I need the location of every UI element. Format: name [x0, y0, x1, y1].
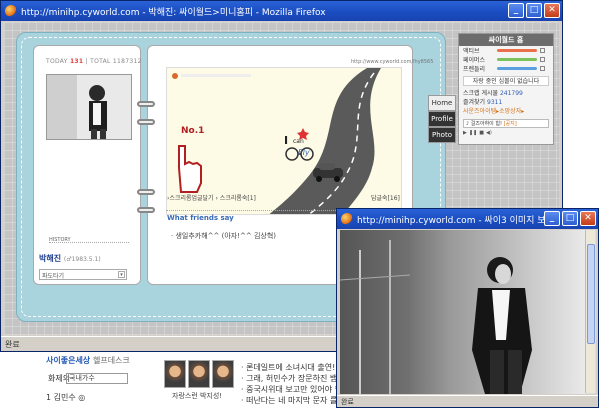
- profile-photo[interactable]: [46, 74, 132, 140]
- play-icon[interactable]: ▶: [463, 130, 467, 137]
- thumbnail-strip[interactable]: [164, 360, 234, 388]
- pado-select[interactable]: 파도타기 ▾: [39, 269, 127, 280]
- friend-comment: · 생일추카해^^ (아자!^^ 김상혁): [171, 232, 277, 240]
- bgm-player[interactable]: ♪ 걸즈아하이 힙! [공지]: [463, 119, 549, 128]
- i-text: I: [284, 134, 289, 147]
- volume-icon[interactable]: ◀): [486, 130, 492, 137]
- owner-name[interactable]: 박해진 (♂1983.5.1): [39, 253, 101, 264]
- vertical-scrollbar[interactable]: [585, 230, 595, 393]
- main-window-title: http://minihp.cyworld.com - 박해진: 싸이월드>미니…: [21, 7, 326, 18]
- chevron-down-icon: ▾: [118, 271, 125, 278]
- binder-ring: [137, 207, 155, 213]
- firefox-icon: [341, 213, 353, 225]
- minimize-button[interactable]: _: [508, 3, 524, 18]
- chart-select[interactable]: 국내가수: [66, 373, 128, 384]
- panel-title[interactable]: 싸이월드 홈: [459, 34, 553, 46]
- stat-bar-famous: 페이머스: [459, 55, 553, 64]
- scroll-thumb[interactable]: [587, 244, 595, 344]
- popup-titlebar[interactable]: http://minihp.cyworld.com - 싸이3 이미지 보기 -…: [337, 209, 598, 229]
- stop-icon[interactable]: ■: [479, 130, 484, 137]
- homepage-url[interactable]: http://www.cyworld.com/lhy8565: [351, 59, 433, 65]
- cy-nav[interactable]: 사이좋은세상 헬프데스크: [46, 355, 130, 366]
- tab-profile[interactable]: Profile: [428, 111, 456, 127]
- fullsize-photo[interactable]: [340, 230, 596, 394]
- maximize-button[interactable]: □: [562, 211, 578, 226]
- thumbnail[interactable]: [188, 360, 210, 388]
- maximize-button[interactable]: □: [526, 3, 542, 18]
- stat-bar-friendly: 프렌들리: [459, 64, 553, 73]
- thumbnail[interactable]: [164, 360, 186, 388]
- news-item[interactable]: · 그래, 허민수가 장문하진 뱀이: [241, 373, 345, 384]
- favorites-stat: 즐겨찾기 9311: [463, 99, 503, 106]
- news-item[interactable]: · 론데일트에 소녀시대 출연! 그: [241, 362, 345, 373]
- news-item[interactable]: · 중국시위대 보고만 있어야 할: [241, 384, 342, 395]
- thumbnail-caption[interactable]: 자랑스런 박지성!: [172, 391, 222, 401]
- no1-text: No.1: [181, 126, 205, 136]
- binder-ring: [137, 101, 155, 107]
- binder-ring: [137, 189, 155, 195]
- scrap-stat: 스크랩 게시물 241799: [463, 90, 523, 97]
- pause-icon[interactable]: ❚❚: [469, 130, 477, 137]
- fly-text: Fly: [298, 148, 310, 157]
- popup-status-bar: 완료: [337, 395, 598, 407]
- thumbnail[interactable]: [212, 360, 234, 388]
- visitor-counter: TODAY 131 | TOTAL 1187312: [46, 58, 142, 65]
- friends-say-label: What friends say: [167, 214, 234, 222]
- player-controls[interactable]: ▶ ❚❚ ■ ◀): [463, 130, 549, 137]
- binder-ring: [137, 119, 155, 125]
- tab-home[interactable]: Home: [428, 95, 456, 111]
- rank-item[interactable]: 1 김민수 ◎: [46, 392, 85, 403]
- reply-count[interactable]: 답글숙[16]: [371, 193, 400, 202]
- scrap-breadcrumb[interactable]: ›스크리롬업글달기 › 스크리롬숙[1]: [167, 193, 256, 202]
- can-text: can: [293, 138, 304, 145]
- item-link[interactable]: 사운즈아이템▸소망상자▸: [459, 107, 553, 117]
- news-item[interactable]: · 떠난다는 네 마지막 문자 를 거: [241, 395, 347, 406]
- cyworld-home-panel: 싸이월드 홈 액티브 페이머스 프렌들리 자랑 중인 심볼이 없습니다 스크랩 …: [458, 33, 554, 145]
- close-button[interactable]: ✕: [580, 211, 596, 226]
- minimize-button[interactable]: _: [544, 211, 560, 226]
- symbol-notice: 자랑 중인 심볼이 없습니다: [463, 76, 549, 86]
- stat-bar-active: 액티브: [459, 46, 553, 55]
- close-button[interactable]: ✕: [544, 3, 560, 18]
- popup-window-title: http://minihp.cyworld.com - 싸이3 이미지 보기 -…: [357, 215, 557, 226]
- main-titlebar[interactable]: http://minihp.cyworld.com - 박해진: 싸이월드>미니…: [1, 1, 562, 21]
- image-viewer-window[interactable]: http://minihp.cyworld.com - 싸이3 이미지 보기 -…: [336, 208, 599, 408]
- tab-photo[interactable]: Photo: [428, 127, 456, 143]
- firefox-icon: [5, 5, 17, 17]
